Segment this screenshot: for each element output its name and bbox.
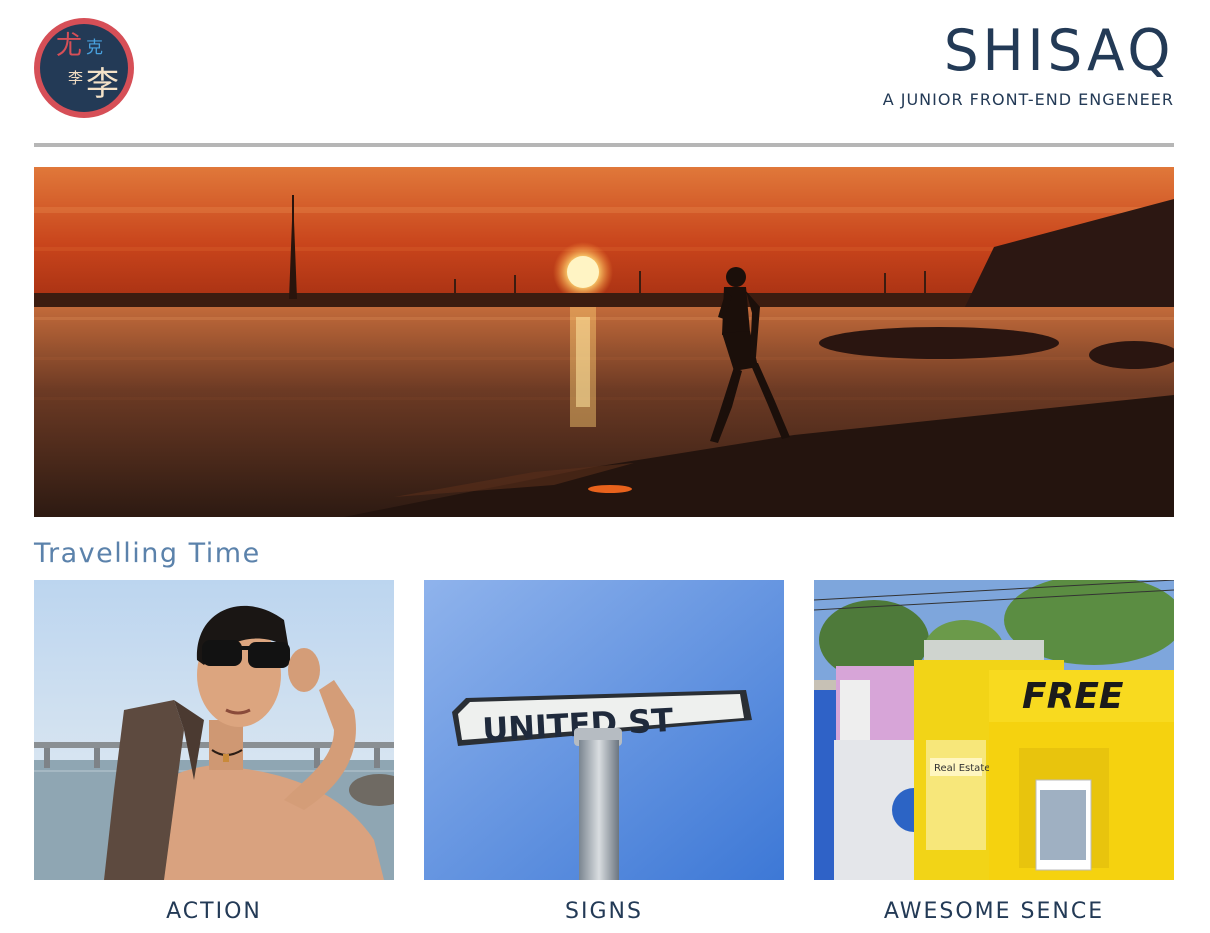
site-header: 尤 克 李 李 SHISAQ A JUNIOR FRONT-END ENGENE… [34,18,1174,128]
logo-glyph: 李 [86,64,119,103]
sunset-beach-photo [34,167,1174,517]
card-photo: Real Estate FREE [814,580,1174,880]
card-photo [34,580,394,880]
brand-block: SHISAQ A JUNIOR FRONT-END ENGENEER [883,18,1174,110]
street-sign-photo: UNITED ST [424,580,784,880]
gallery-card-awesome-sence[interactable]: Real Estate FREE AWESOME SENCE [814,580,1174,926]
logo-glyph: 克 [86,38,103,58]
portrait-with-sunglasses-photo [34,580,394,880]
logo-badge: 尤 克 李 李 [40,24,128,112]
site-subtitle: A JUNIOR FRONT-END ENGENEER [882,90,1174,109]
card-caption: ACTION [166,899,262,924]
box-label-text: Real Estate [934,763,990,774]
section-title: Travelling Time [34,538,261,569]
site-title: SHISAQ [943,18,1174,84]
card-photo: UNITED ST [424,580,784,880]
gallery-card-signs[interactable]: UNITED ST SIGNS [424,580,784,926]
header-divider [34,143,1174,147]
logo-glyph: 尤 [56,31,83,61]
card-caption: SIGNS [565,899,643,924]
card-caption: AWESOME SENCE [883,899,1105,924]
gallery-card-action[interactable]: ACTION [34,580,394,926]
hero-image [34,167,1174,517]
logo-glyph: 李 [68,69,84,87]
free-label-text: FREE [1022,676,1124,717]
newspaper-boxes-photo: Real Estate FREE [814,580,1174,880]
site-logo[interactable]: 尤 克 李 李 [34,18,134,118]
